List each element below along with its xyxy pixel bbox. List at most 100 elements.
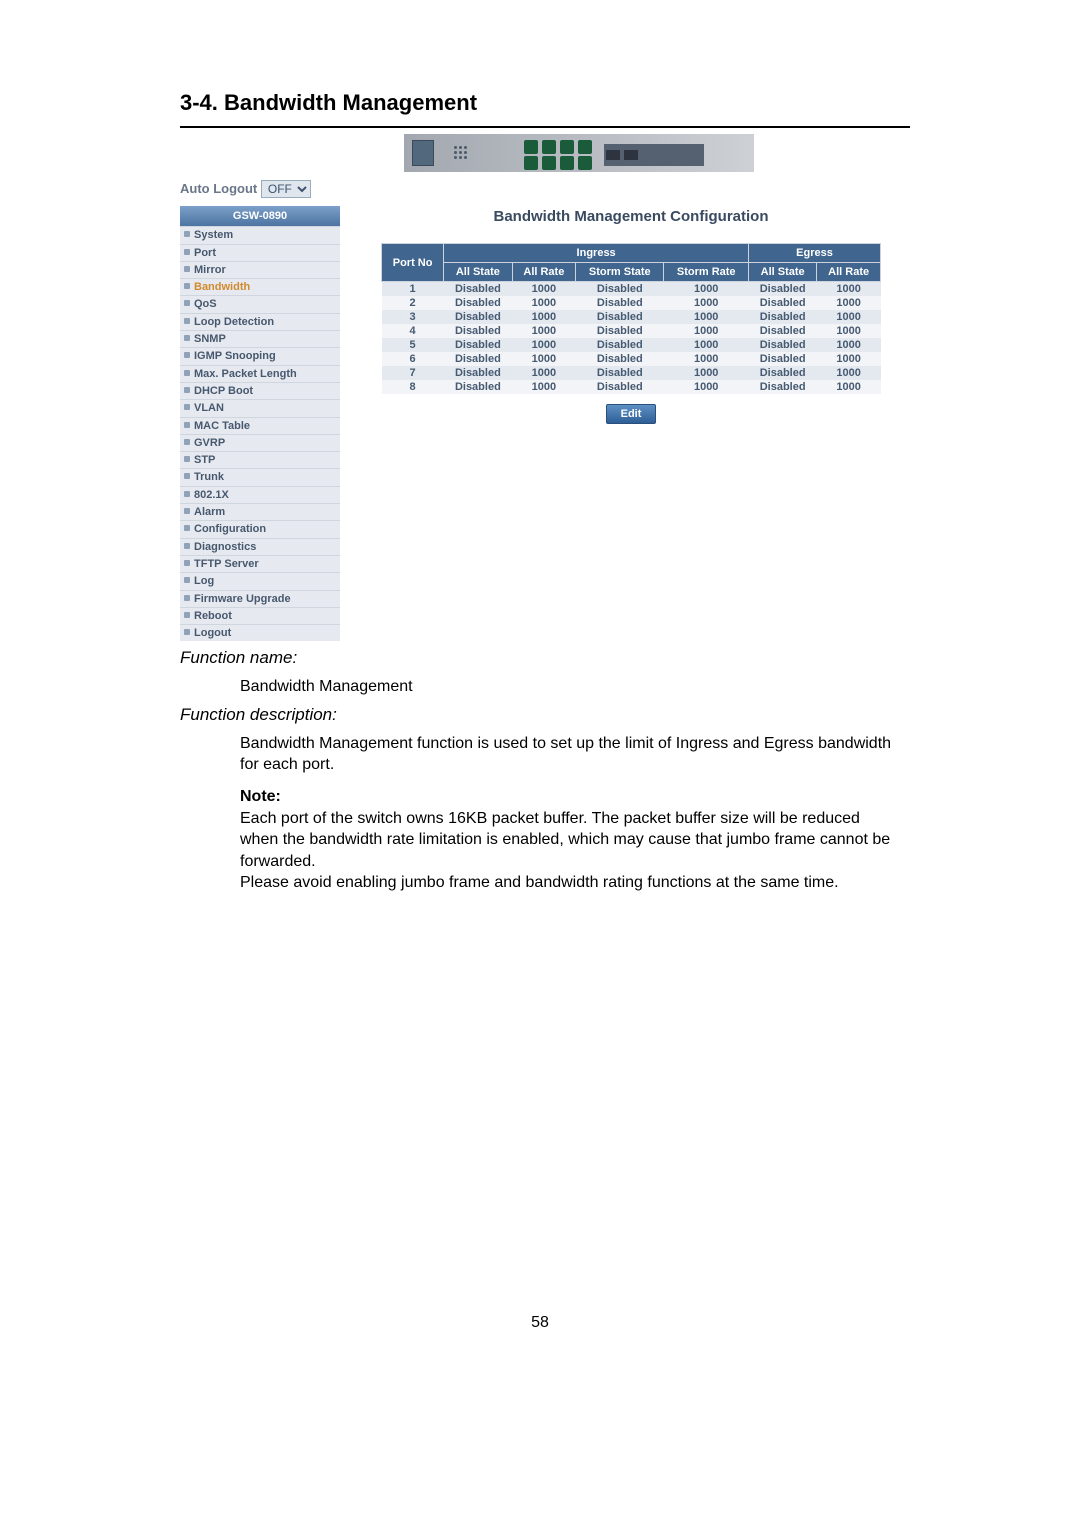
cell: Disabled xyxy=(749,352,817,366)
th-egress: Egress xyxy=(749,244,881,263)
cell: Disabled xyxy=(749,338,817,352)
cell: 1 xyxy=(382,282,444,297)
cell: Disabled xyxy=(749,296,817,310)
note-paragraph-1: Each port of the switch owns 16KB packet… xyxy=(240,808,900,873)
cell: Disabled xyxy=(444,310,512,324)
sidebar-item[interactable]: SNMP xyxy=(180,330,340,347)
led-dots-icon xyxy=(454,146,467,159)
cell: 1000 xyxy=(664,366,749,380)
th-in-storm-rate: Storm Rate xyxy=(664,263,749,282)
cell: 1000 xyxy=(664,380,749,394)
cell: Disabled xyxy=(576,352,664,366)
cell: 1000 xyxy=(512,324,576,338)
cell: Disabled xyxy=(576,296,664,310)
cell: Disabled xyxy=(749,324,817,338)
th-eg-all-state: All State xyxy=(749,263,817,282)
cell: 1000 xyxy=(512,352,576,366)
sidebar-item[interactable]: Firmware Upgrade xyxy=(180,590,340,607)
note-label: Note: xyxy=(240,786,900,808)
cell: Disabled xyxy=(576,338,664,352)
sidebar-item[interactable]: Logout xyxy=(180,624,340,641)
cell: Disabled xyxy=(444,296,512,310)
sidebar-item[interactable]: Diagnostics xyxy=(180,538,340,555)
section-heading: 3-4. Bandwidth Management xyxy=(180,90,900,116)
cell: Disabled xyxy=(749,366,817,380)
sidebar-item[interactable]: Reboot xyxy=(180,607,340,624)
cell: Disabled xyxy=(444,282,512,297)
table-row[interactable]: 4Disabled1000Disabled1000Disabled1000 xyxy=(382,324,881,338)
cell: Disabled xyxy=(576,310,664,324)
table-row[interactable]: 6Disabled1000Disabled1000Disabled1000 xyxy=(382,352,881,366)
logo-icon xyxy=(412,140,434,166)
cell: Disabled xyxy=(576,380,664,394)
cell: Disabled xyxy=(576,324,664,338)
cell: Disabled xyxy=(749,380,817,394)
cell: 1000 xyxy=(664,296,749,310)
sidebar-item[interactable]: STP xyxy=(180,451,340,468)
panel-title: Bandwidth Management Configuration xyxy=(352,208,910,225)
sidebar-item[interactable]: DHCP Boot xyxy=(180,382,340,399)
nav-tree: GSW-0890 SystemPortMirrorBandwidthQoSLoo… xyxy=(180,206,340,641)
switch-ports-icon xyxy=(524,140,592,170)
cell: 1000 xyxy=(512,282,576,297)
cell: Disabled xyxy=(444,352,512,366)
auto-logout-bar: Auto Logout OFF xyxy=(180,180,910,198)
th-in-all-state: All State xyxy=(444,263,512,282)
sidebar-item[interactable]: Bandwidth xyxy=(180,278,340,295)
sidebar-item[interactable]: GVRP xyxy=(180,434,340,451)
sidebar-item[interactable]: QoS xyxy=(180,295,340,312)
page-number: 58 xyxy=(180,1314,900,1332)
sidebar-item[interactable]: Max. Packet Length xyxy=(180,365,340,382)
table-row[interactable]: 8Disabled1000Disabled1000Disabled1000 xyxy=(382,380,881,394)
cell: 1000 xyxy=(664,310,749,324)
sidebar-item[interactable]: VLAN xyxy=(180,399,340,416)
edit-button[interactable]: Edit xyxy=(606,404,657,424)
cell: 1000 xyxy=(512,380,576,394)
sidebar-item[interactable]: IGMP Snooping xyxy=(180,347,340,364)
cell: 1000 xyxy=(817,310,881,324)
table-row[interactable]: 5Disabled1000Disabled1000Disabled1000 xyxy=(382,338,881,352)
sidebar-item[interactable]: System xyxy=(180,226,340,243)
cell: 5 xyxy=(382,338,444,352)
cell: 7 xyxy=(382,366,444,380)
sidebar-item[interactable]: MAC Table xyxy=(180,417,340,434)
sidebar-item[interactable]: Port xyxy=(180,244,340,261)
sidebar-item[interactable]: Configuration xyxy=(180,520,340,537)
table-row[interactable]: 1Disabled1000Disabled1000Disabled1000 xyxy=(382,282,881,297)
sidebar-item[interactable]: TFTP Server xyxy=(180,555,340,572)
sidebar-item[interactable]: Mirror xyxy=(180,261,340,278)
sidebar-item[interactable]: 802.1X xyxy=(180,486,340,503)
cell: 2 xyxy=(382,296,444,310)
sidebar-item[interactable]: Loop Detection xyxy=(180,313,340,330)
th-ingress: Ingress xyxy=(444,244,749,263)
bandwidth-table: Port No Ingress Egress All State All Rat… xyxy=(381,243,881,394)
th-in-storm-state: Storm State xyxy=(576,263,664,282)
cell: 1000 xyxy=(512,296,576,310)
nav-header: GSW-0890 xyxy=(180,206,340,226)
sidebar-item[interactable]: Trunk xyxy=(180,468,340,485)
sidebar-item[interactable]: Alarm xyxy=(180,503,340,520)
cell: Disabled xyxy=(749,282,817,297)
note-paragraph-2: Please avoid enabling jumbo frame and ba… xyxy=(240,872,900,894)
cell: 6 xyxy=(382,352,444,366)
sidebar-item[interactable]: Log xyxy=(180,572,340,589)
function-name-value: Bandwidth Management xyxy=(240,676,900,698)
cell: 1000 xyxy=(817,366,881,380)
th-eg-all-rate: All Rate xyxy=(817,263,881,282)
th-in-all-rate: All Rate xyxy=(512,263,576,282)
table-row[interactable]: 7Disabled1000Disabled1000Disabled1000 xyxy=(382,366,881,380)
cell: 1000 xyxy=(817,282,881,297)
cell: 1000 xyxy=(512,366,576,380)
cell: 1000 xyxy=(664,324,749,338)
cell: Disabled xyxy=(444,338,512,352)
device-banner xyxy=(404,134,754,172)
cell: 4 xyxy=(382,324,444,338)
cell: 1000 xyxy=(817,380,881,394)
ui-snapshot: Auto Logout OFF GSW-0890 SystemPortMirro… xyxy=(180,126,910,641)
cell: Disabled xyxy=(444,380,512,394)
table-row[interactable]: 2Disabled1000Disabled1000Disabled1000 xyxy=(382,296,881,310)
cell: Disabled xyxy=(444,366,512,380)
cell: 8 xyxy=(382,380,444,394)
table-row[interactable]: 3Disabled1000Disabled1000Disabled1000 xyxy=(382,310,881,324)
auto-logout-select[interactable]: OFF xyxy=(261,180,311,198)
